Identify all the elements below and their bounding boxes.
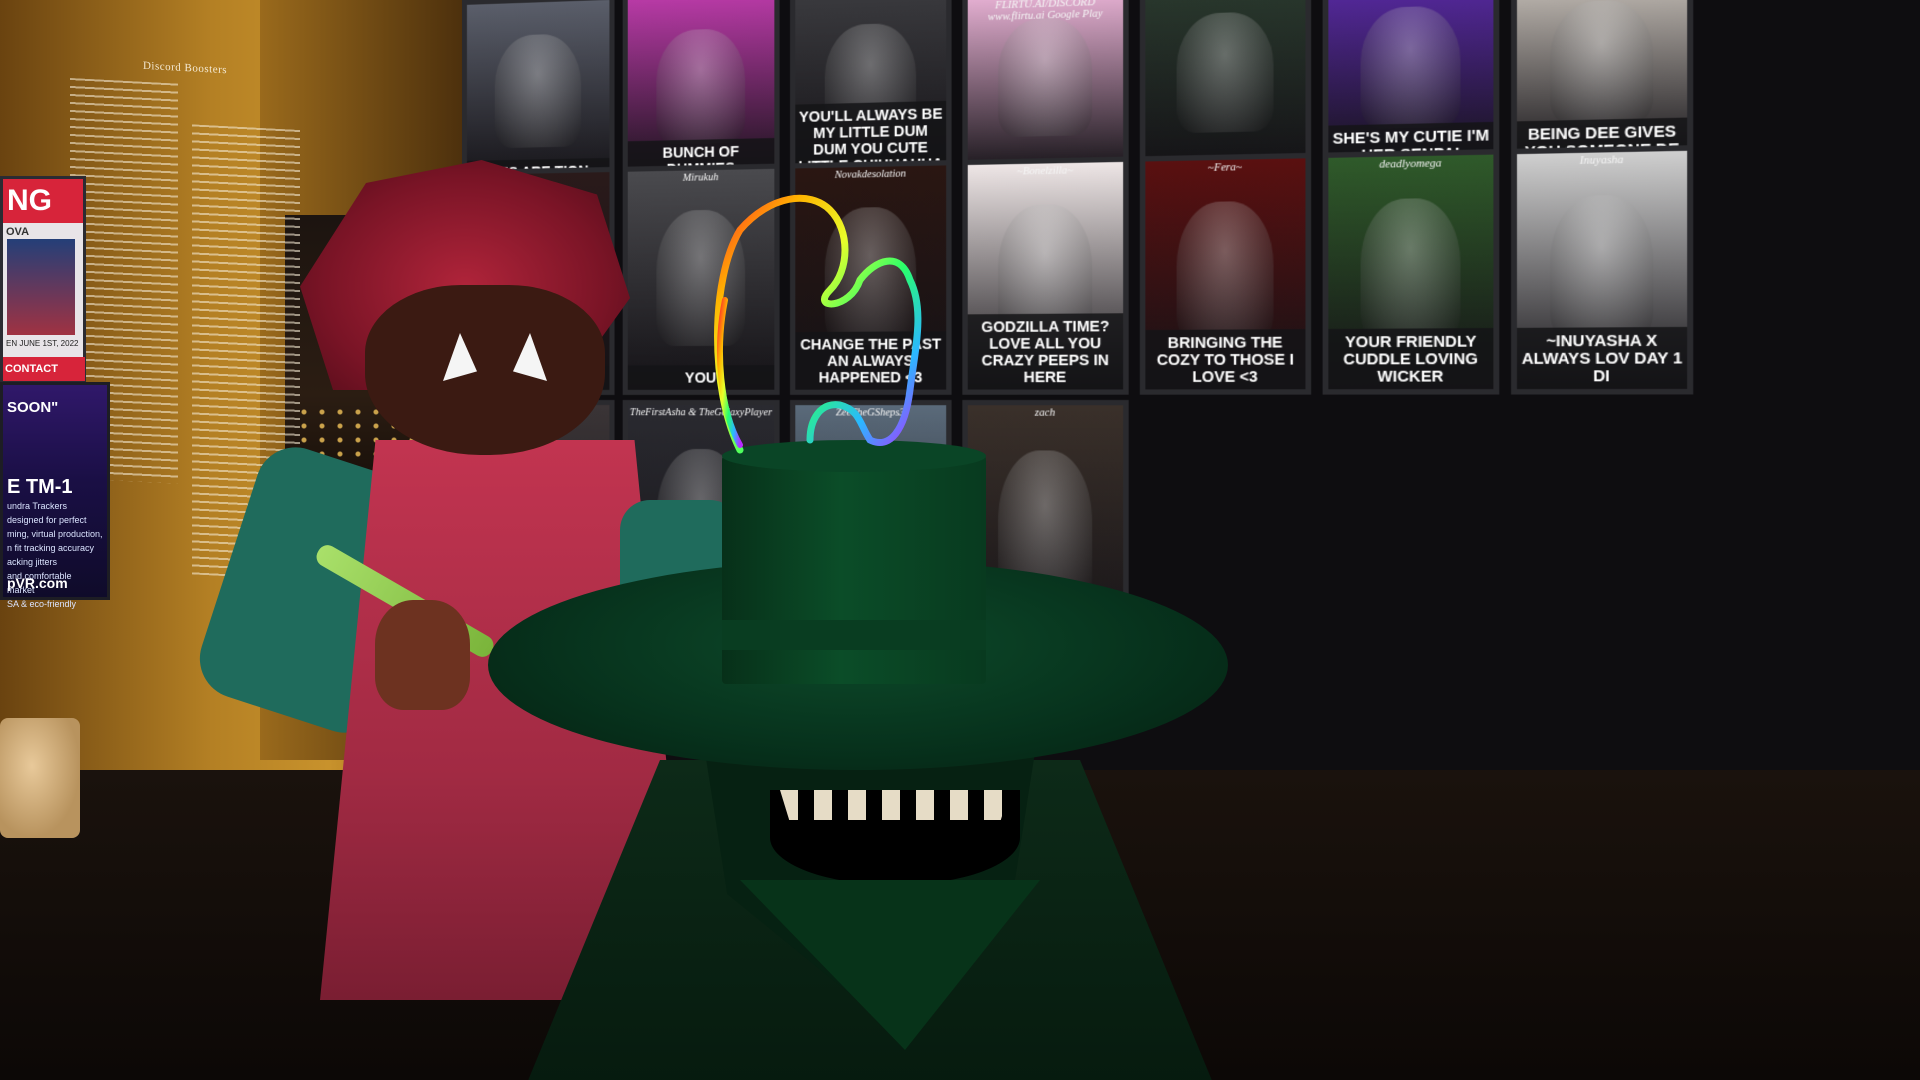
poster-tag: Inuyasha	[1579, 154, 1624, 168]
rainbow-stroke	[714, 194, 922, 454]
poster-tag: ~Fera~	[1207, 161, 1242, 175]
tm1-url: pVR.com	[7, 575, 68, 591]
coming-poster-date: EN JUNE 1ST, 2022	[6, 339, 79, 348]
tm1-name: E TM-1	[7, 476, 73, 498]
rainbow-stroke-inner	[717, 297, 743, 448]
coming-poster-banner: NG	[3, 179, 83, 223]
avatar1-face	[365, 285, 605, 455]
vr-scene: Discord Boosters NG OVA EN JUNE 1ST, 202…	[0, 0, 1920, 1080]
tm1-line: SA & eco-friendly	[7, 599, 77, 609]
poster-figure	[656, 28, 745, 145]
poster-tag: zach	[1034, 407, 1055, 419]
avatar2-teeth	[780, 790, 1010, 820]
poster-figure	[1177, 11, 1274, 134]
coming-poster-photo	[7, 239, 75, 335]
poster-tag: Novakdesolation	[834, 168, 907, 182]
poster-card: BUNCH OF DUMMIES	[622, 0, 780, 188]
pillow	[0, 718, 80, 838]
avatar1-eye-right	[513, 333, 547, 381]
poster-card: SHE'S MY CUTIE I'M HER SENPAI	[1322, 0, 1500, 175]
poster-caption: YOUR FRIENDLY CUDDLE LOVING WICKER	[1328, 328, 1494, 390]
poster-figure	[1360, 5, 1460, 130]
poster-card: ~Fera~ BRINGING THE COZY TO THOSE I LOVE …	[1139, 152, 1312, 395]
poster-figure	[1360, 197, 1460, 343]
poster-figure	[1550, 0, 1653, 125]
tm1-line: ming, virtual production,	[7, 529, 103, 539]
rainbow-drawing	[714, 194, 922, 454]
avatar1-eye-left	[443, 333, 477, 381]
tm1-poster: SOON" E TM-1 undra Trackers designed for…	[0, 382, 110, 609]
poster-card: deadlyomega YOUR FRIENDLY CUDDLE LOVING W…	[1322, 149, 1500, 395]
poster-figure	[998, 17, 1092, 138]
tm1-line: undra Trackers	[7, 501, 68, 511]
avatar1-hand	[375, 600, 470, 710]
tm1-line: acking jitters	[7, 557, 58, 567]
poster-figure	[1177, 200, 1274, 344]
poster-tag: deadlyomega	[1379, 157, 1442, 171]
poster-tag: Mirukuh	[682, 171, 719, 184]
poster-caption: GODZILLA TIME? LOVE ALL YOU CRAZY PEEPS …	[967, 313, 1124, 390]
poster-tag: ~Bonelzilla~	[1016, 165, 1074, 178]
tm1-line: designed for perfect	[7, 515, 87, 525]
poster-caption: ~INUYASHA X ALWAYS LOV DAY 1 DI	[1516, 326, 1688, 390]
poster-figure	[1550, 194, 1653, 342]
poster-card: FLIRTU.AI/EVENTS FLIRTU.AI/DISCORD www.f…	[962, 0, 1129, 181]
poster-figure	[495, 33, 581, 149]
tm1-line: n fit tracking accuracy	[7, 543, 95, 553]
coming-poster: NG OVA EN JUNE 1ST, 2022 CONTACT	[0, 176, 86, 384]
poster-caption: BRINGING THE COZY TO THOSE I LOVE <3	[1145, 329, 1306, 390]
poster-card: Inuyasha ~INUYASHA X ALWAYS LOV DAY 1 DI	[1511, 145, 1694, 395]
poster-card: YOU'LL ALWAYS BE MY LITTLE DUM DUM YOU C…	[790, 0, 952, 184]
poster-card	[1139, 0, 1312, 178]
poster-tag	[628, 0, 775, 3]
poster-tag: FLIRTU.AI/EVENTS FLIRTU.AI/DISCORD www.f…	[987, 0, 1103, 24]
poster-card: ~Bonelzilla~ GODZILLA TIME? LOVE ALL YOU …	[962, 156, 1129, 395]
coming-poster-contact: CONTACT	[3, 357, 85, 381]
poster-tag	[467, 0, 610, 9]
tm1-soon: SOON"	[7, 399, 59, 416]
green-hat-band	[722, 620, 986, 650]
